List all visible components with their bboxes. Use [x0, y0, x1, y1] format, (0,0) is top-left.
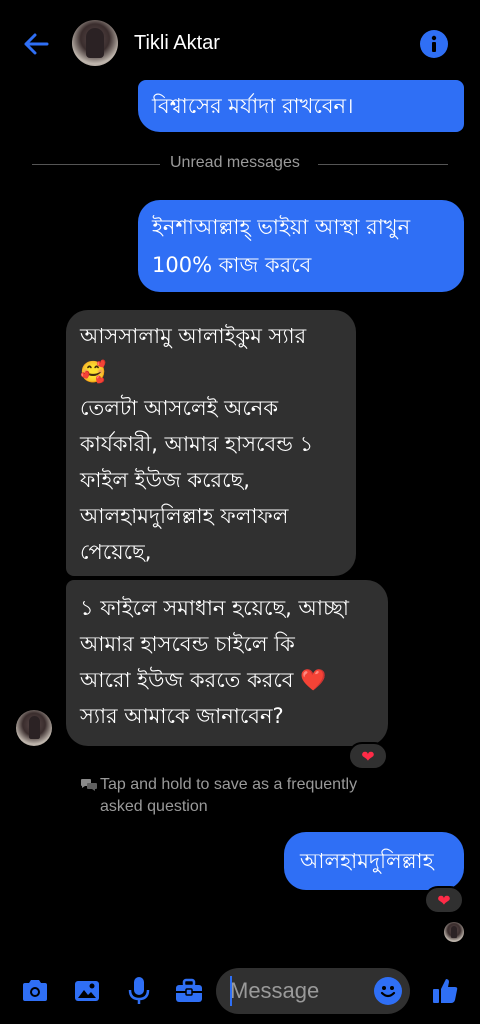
heart-reaction[interactable]: ❤	[424, 886, 464, 914]
outgoing-message[interactable]: বিশ্বাসের মর্যাদা রাখবেন।	[138, 80, 464, 132]
camera-button[interactable]	[18, 974, 52, 1008]
message-text: আমার হাসবেন্ড চাইলে কি	[80, 632, 295, 656]
sender-avatar[interactable]	[16, 710, 52, 746]
heart-icon: ❤	[437, 890, 451, 910]
microphone-icon	[128, 977, 150, 1004]
unread-separator-label: Unread messages	[170, 154, 300, 171]
seen-avatar	[444, 922, 464, 942]
business-tools-button[interactable]	[172, 974, 206, 1008]
outgoing-message[interactable]: আলহামদুলিল্লাহ	[284, 832, 464, 890]
camera-icon	[23, 980, 47, 1001]
message-text: ফাইল ইউজ করেছে,	[80, 468, 250, 492]
heart-icon: ❤	[361, 746, 375, 766]
heart-reaction[interactable]: ❤	[348, 742, 388, 770]
incoming-message[interactable]: আসসালামু আলাইকুম স্যার 🥰 তেলটা আসলেই অনে…	[66, 310, 356, 576]
composer-bar	[0, 960, 480, 1024]
message-text: ১ ফাইলে সমাধান হয়েছে, আচ্ছা	[80, 596, 349, 620]
toolbox-icon	[176, 978, 202, 1002]
thumbs-up-icon	[433, 979, 458, 1003]
like-button[interactable]	[428, 974, 462, 1008]
message-text: পেয়েছে,	[80, 540, 152, 564]
message-text: কার্যকারী, আমার হাসবেন্ড ১	[80, 432, 314, 456]
message-text: আরো ইউজ করতে করবে ❤️	[80, 668, 327, 692]
emoji-button[interactable]	[374, 977, 402, 1005]
emoji: 🥰	[80, 360, 107, 384]
message-text: ইনশাআল্লাহ্ ভাইয়া আস্থা রাখুন	[152, 215, 411, 239]
message-input[interactable]	[230, 976, 370, 1006]
message-text: তেলটা আসলেই অনেক	[80, 396, 279, 420]
contact-avatar[interactable]	[72, 20, 118, 66]
message-input-container[interactable]	[216, 968, 410, 1014]
emoji-icon	[380, 986, 396, 998]
outgoing-message[interactable]: ইনশাআল্লাহ্ ভাইয়া আস্থা রাখুন 100% কাজ …	[138, 200, 464, 292]
image-icon	[75, 981, 99, 1001]
message-text: আলহামদুলিল্লাহ ফলাফল	[80, 504, 289, 528]
back-button[interactable]	[18, 26, 54, 62]
message-text: আলহামদুলিল্লাহ	[300, 849, 434, 873]
message-text: আসসালামু আলাইকুম স্যার	[80, 324, 307, 348]
message-text: 100% কাজ করবে	[152, 253, 312, 277]
back-arrow-icon	[24, 33, 49, 55]
chat-bubbles-icon	[81, 779, 97, 791]
gallery-button[interactable]	[70, 974, 104, 1008]
separator-line-left	[32, 164, 160, 165]
conversation-header: Tikli Aktar	[0, 0, 480, 80]
faq-tip-text: Tap and hold to save as a frequently ask…	[100, 776, 358, 815]
text-cursor	[230, 976, 232, 1006]
info-icon	[431, 35, 437, 52]
contact-name[interactable]: Tikli Aktar	[134, 32, 220, 55]
info-button[interactable]	[420, 30, 448, 58]
voice-button[interactable]	[122, 974, 156, 1008]
message-text: বিশ্বাসের মর্যাদা রাখবেন।	[152, 94, 354, 118]
message-text: স্যার আমাকে জানাবেন?	[80, 704, 284, 728]
separator-line-right	[318, 164, 448, 165]
incoming-message[interactable]: ১ ফাইলে সমাধান হয়েছে, আচ্ছা আমার হাসবেন…	[66, 580, 388, 746]
